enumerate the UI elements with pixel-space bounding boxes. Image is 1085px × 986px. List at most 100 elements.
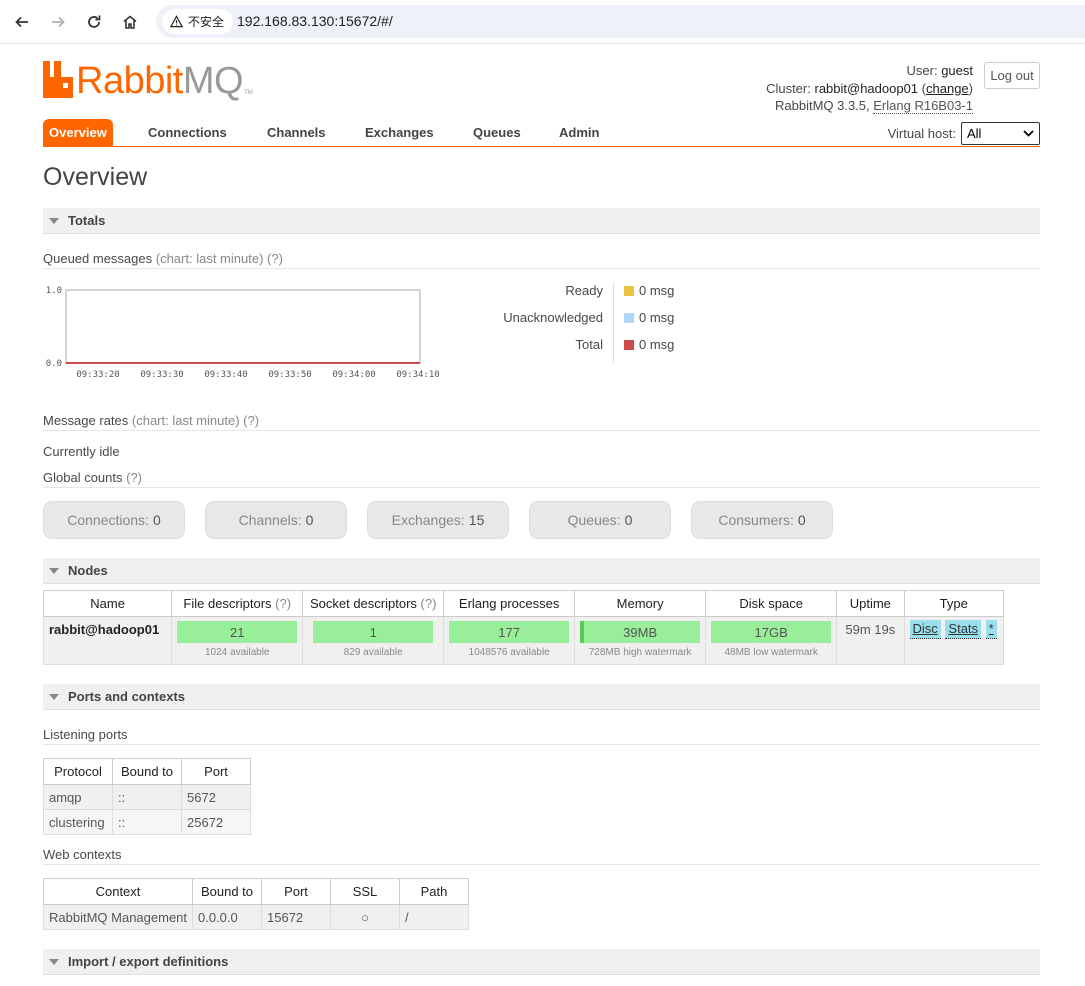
collapse-triangle-icon xyxy=(49,567,59,574)
tab-queues[interactable]: Queues xyxy=(473,119,521,146)
count-connections[interactable]: Connections: 0 xyxy=(43,501,185,539)
section-import-export[interactable]: Import / export definitions xyxy=(43,949,1040,975)
tab-connections[interactable]: Connections xyxy=(148,119,227,146)
plot-area xyxy=(65,289,421,364)
rabbitmq-logo-icon xyxy=(43,61,73,98)
rates-help[interactable]: (?) xyxy=(243,413,259,428)
browser-toolbar: 不安全 192.168.83.130:15672/#/ xyxy=(0,0,1085,44)
count-label: Queues: xyxy=(567,512,621,528)
tab-exchanges[interactable]: Exchanges xyxy=(365,119,434,146)
back-button[interactable] xyxy=(10,10,34,34)
col-path: Path xyxy=(399,878,469,905)
version-text: RabbitMQ 3.3.5, xyxy=(774,98,870,113)
erl-note: 1048576 available xyxy=(468,647,550,658)
table-row: amqp :: 5672 xyxy=(43,784,251,810)
count-value: 15 xyxy=(468,512,485,528)
listening-ports-table: Protocol Bound to Port amqp :: 5672 clus… xyxy=(43,758,251,835)
type-current-node-badge[interactable]: * xyxy=(985,620,997,639)
section-ports[interactable]: Ports and contexts xyxy=(43,684,1040,710)
count-queues[interactable]: Queues: 0 xyxy=(529,501,671,539)
legend-value-text: 0 msg xyxy=(639,283,675,298)
global-counts-help[interactable]: (?) xyxy=(126,470,142,485)
erl-cell: 177 1048576 available xyxy=(443,616,576,665)
erlang-version: Erlang R16B03-1 xyxy=(873,98,973,114)
col-socket-descriptors: Socket descriptors (?) xyxy=(302,590,445,617)
count-consumers[interactable]: Consumers: 0 xyxy=(691,501,833,539)
nodes-header-row: Name File descriptors (?) Socket descrip… xyxy=(42,590,1005,617)
fd-cell: 21 1024 available xyxy=(171,616,304,665)
web-contexts-table: Context Bound to Port SSL Path RabbitMQ … xyxy=(43,878,469,930)
logout-button[interactable]: Log out xyxy=(984,62,1040,89)
col-sd-label: Socket descriptors xyxy=(309,596,417,611)
node-name-link[interactable]: rabbit@hadoop01 xyxy=(42,616,173,665)
ctx-header-row: Context Bound to Port SSL Path xyxy=(43,878,469,905)
queued-help[interactable]: (?) xyxy=(267,251,283,266)
listening-ports-header: Listening ports xyxy=(43,727,1040,745)
col-file-descriptors: File descriptors (?) xyxy=(171,590,304,617)
legend-label: Ready xyxy=(565,283,603,298)
col-context: Context xyxy=(43,878,193,905)
message-rates-header: Message rates (chart: last minute) (?) xyxy=(43,413,1040,431)
tab-overview[interactable]: Overview xyxy=(43,119,113,146)
arrow-right-icon xyxy=(52,16,65,28)
collapse-triangle-icon xyxy=(49,217,59,224)
global-counts-title: Global counts xyxy=(43,470,123,485)
section-nodes-title: Nodes xyxy=(68,563,108,578)
disk-bar: 17GB xyxy=(711,621,832,643)
fd-bar: 21 xyxy=(177,621,298,643)
port-number: 25672 xyxy=(181,809,251,835)
count-value: 0 xyxy=(624,512,633,528)
forward-button[interactable] xyxy=(46,10,70,34)
queued-chart-range[interactable]: (chart: last minute) xyxy=(156,251,264,266)
type-cell: Disc Stats * xyxy=(903,616,1005,665)
legend-value: 0 msg xyxy=(624,283,674,298)
legend-swatch xyxy=(624,312,634,323)
cluster-value: rabbit@hadoop01 xyxy=(814,80,919,96)
erl-bar: 177 xyxy=(449,621,570,643)
col-bound-to: Bound to xyxy=(112,758,182,785)
address-bar[interactable]: 不安全 192.168.83.130:15672/#/ xyxy=(156,5,1085,38)
type-disc-badge[interactable]: Disc xyxy=(909,620,941,639)
section-totals[interactable]: Totals xyxy=(43,208,1040,234)
home-button[interactable] xyxy=(118,10,142,34)
legend-value-text: 0 msg xyxy=(639,310,675,325)
rabbitmq-logo[interactable]: RabbitMQ TM xyxy=(43,60,253,100)
port-bound: :: xyxy=(112,784,182,810)
queued-title: Queued messages xyxy=(43,251,153,266)
vhost-select[interactable]: All xyxy=(961,122,1040,145)
x-tick-label: 09:34:00 xyxy=(332,370,375,380)
sd-cell: 1 829 available xyxy=(302,616,445,665)
sd-bar: 1 xyxy=(313,621,434,643)
tab-admin[interactable]: Admin xyxy=(559,119,599,146)
logo-mq-text: MQ xyxy=(182,60,244,102)
tab-channels[interactable]: Channels xyxy=(267,119,326,146)
rates-chart-range[interactable]: (chart: last minute) xyxy=(132,413,240,428)
col-protocol: Protocol xyxy=(43,758,113,785)
reload-button[interactable] xyxy=(82,10,106,34)
section-import-export-title: Import / export definitions xyxy=(68,954,229,969)
reload-icon xyxy=(88,15,101,28)
col-name: Name xyxy=(42,590,173,617)
count-exchanges[interactable]: Exchanges: 15 xyxy=(367,501,509,539)
legend-swatch xyxy=(624,339,634,350)
count-label: Connections: xyxy=(67,512,149,528)
count-channels[interactable]: Channels: 0 xyxy=(205,501,347,539)
section-nodes[interactable]: Nodes xyxy=(43,558,1040,584)
cluster-label: Cluster: xyxy=(766,80,811,96)
col-ssl: SSL xyxy=(330,878,400,905)
collapse-triangle-icon xyxy=(49,693,59,700)
collapse-triangle-icon xyxy=(49,958,59,965)
security-chip[interactable]: 不安全 xyxy=(162,9,234,34)
y-tick-label: 1.0 xyxy=(46,286,62,296)
table-row: RabbitMQ Management 0.0.0.0 15672 ○ / xyxy=(43,904,469,930)
change-cluster-link[interactable]: change xyxy=(926,81,969,96)
col-port: Port xyxy=(181,758,251,785)
nodes-table: Name File descriptors (?) Socket descrip… xyxy=(42,590,1005,665)
fd-help[interactable]: (?) xyxy=(275,596,291,611)
queued-messages-chart: 1.0 0.0 09:33:20 09:33:30 09:33:40 09:33:50 09… xyxy=(43,280,453,380)
sd-help[interactable]: (?) xyxy=(421,596,437,611)
home-icon xyxy=(123,15,137,29)
col-erlang-processes: Erlang processes xyxy=(443,590,576,617)
ctx-ssl: ○ xyxy=(330,904,400,930)
type-stats-badge[interactable]: Stats xyxy=(945,620,982,639)
